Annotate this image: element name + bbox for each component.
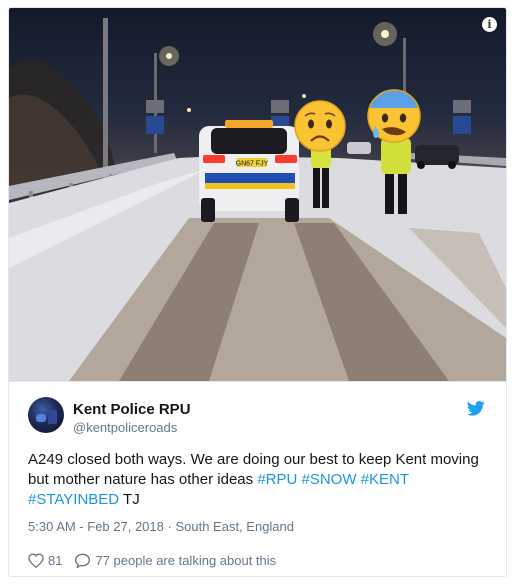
- hashtag-link[interactable]: #STAYINBED: [28, 491, 119, 508]
- heart-icon[interactable]: [28, 552, 44, 568]
- tweet-text-body: A249 closed both ways. We are doing our …: [28, 451, 479, 488]
- author-handle[interactable]: @kentpoliceroads: [73, 420, 177, 435]
- tweet-location[interactable]: South East, England: [175, 519, 294, 534]
- meta-separator: ·: [167, 519, 172, 534]
- tweet-timestamp[interactable]: 5:30 AM - Feb 27, 2018: [28, 519, 164, 534]
- tweet-signoff: TJ: [123, 491, 140, 508]
- anxious-sweat-face-emoji: [367, 89, 421, 143]
- like-count[interactable]: 81: [48, 553, 62, 568]
- author-name[interactable]: Kent Police RPU: [73, 401, 191, 418]
- snowy-road-scene: GN67 FJY: [9, 18, 506, 381]
- worried-face-emoji: [294, 100, 346, 152]
- hashtag-link[interactable]: #RPU: [257, 471, 297, 488]
- twitter-bird-icon[interactable]: [467, 401, 485, 416]
- hashtag-link[interactable]: #KENT: [361, 471, 409, 488]
- tweet-text: A249 closed both ways. We are doing our …: [28, 450, 498, 510]
- avatar[interactable]: [28, 397, 64, 433]
- info-icon[interactable]: i: [482, 17, 497, 32]
- tweet-actions: 81 77 people are talking about this: [28, 551, 276, 569]
- tweet-card: GN67 FJY i Kent Police RPU @kentpolicero…: [8, 7, 507, 577]
- license-plate: GN67 FJY: [236, 161, 269, 168]
- talking-count[interactable]: 77 people are talking about this: [95, 553, 276, 568]
- hashtag-link[interactable]: #SNOW: [302, 471, 357, 488]
- speech-bubble-icon[interactable]: [74, 553, 91, 568]
- tweet-photo[interactable]: GN67 FJY i: [9, 8, 506, 381]
- tweet-meta: 5:30 AM - Feb 27, 2018 · South East, Eng…: [28, 519, 294, 534]
- tweet-body: Kent Police RPU @kentpoliceroads A249 cl…: [9, 381, 506, 576]
